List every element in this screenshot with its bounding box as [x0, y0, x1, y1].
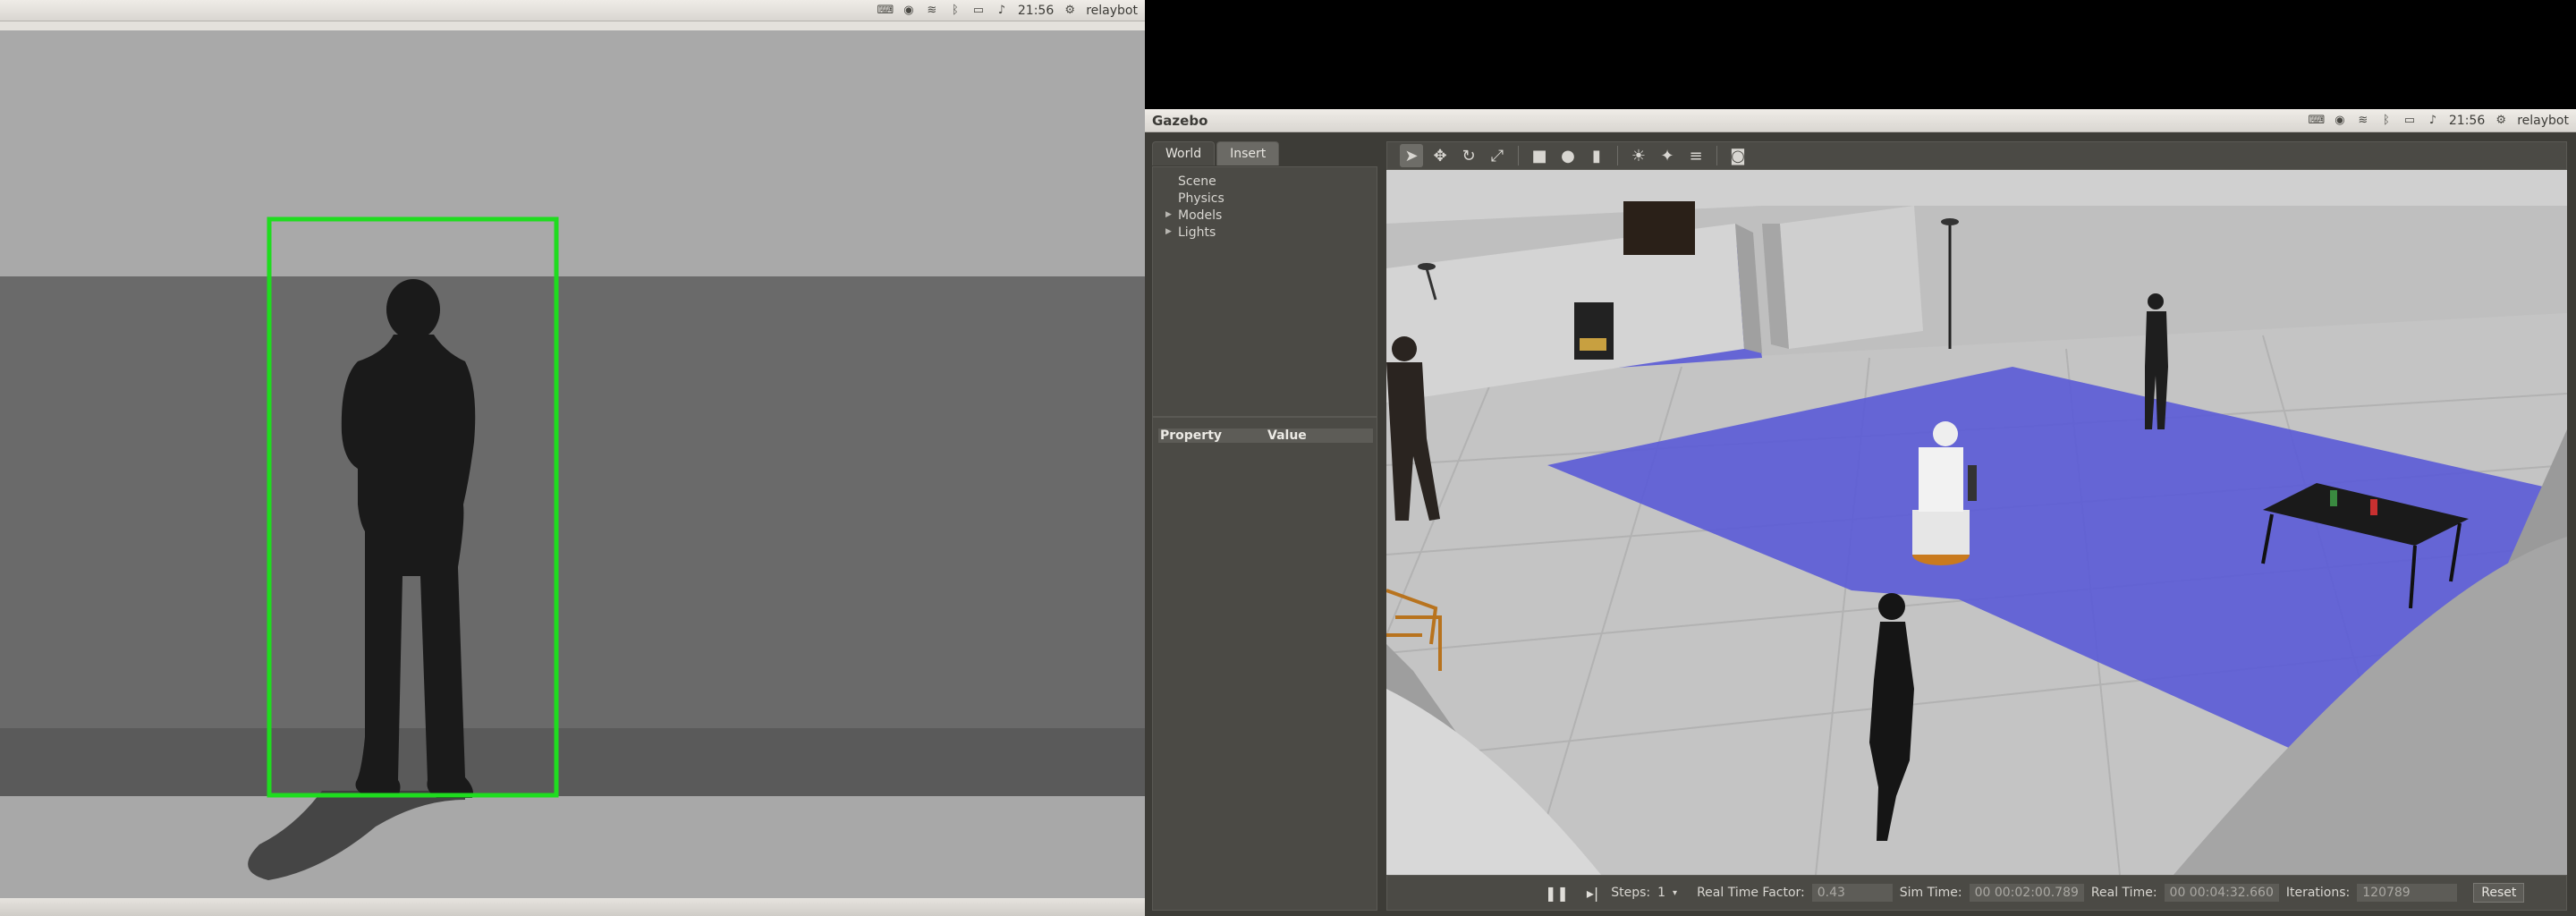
tree-item-physics[interactable]: Physics	[1153, 191, 1377, 208]
toolbar: ➤ ✥ ↻ ⤢ ■ ● ▮ ☀ ✦ ≡ ◙	[1386, 141, 2567, 170]
sim-time-label: Sim Time:	[1899, 886, 1962, 900]
toolbar-separator	[1716, 146, 1717, 165]
battery-icon[interactable]: ▭	[2402, 114, 2417, 127]
pause-icon[interactable]: ❚❚	[1539, 885, 1574, 902]
gazebo-top-panel: Gazebo ⌨ ◉ ≋ ᛒ ▭ ♪ 21:56 ⚙ relaybot	[1145, 109, 2576, 132]
viewport-area: ➤ ✥ ↻ ⤢ ■ ● ▮ ☀ ✦ ≡ ◙ ❚❚ ▸| Steps: 1 ▾ R…	[1386, 141, 2567, 911]
volume-icon[interactable]: ♪	[2426, 114, 2440, 127]
real-time-label: Real Time:	[2090, 886, 2157, 900]
chrome-icon[interactable]: ◉	[2333, 114, 2347, 127]
scale-icon[interactable]: ⤢	[1486, 144, 1509, 167]
username[interactable]: relaybot	[2517, 114, 2569, 128]
steps-label: Steps:	[1611, 886, 1651, 900]
username[interactable]: relaybot	[1086, 4, 1138, 18]
status-bar: ❚❚ ▸| Steps: 1 ▾ Real Time Factor: 0.43 …	[1386, 875, 2567, 911]
window-bottom-bar	[0, 898, 1145, 916]
reset-button[interactable]: Reset	[2473, 883, 2525, 903]
battery-icon[interactable]: ▭	[971, 4, 986, 17]
tree-item-label: Scene	[1178, 174, 1216, 189]
tab-insert[interactable]: Insert	[1216, 141, 1280, 165]
step-icon[interactable]: ▸|	[1581, 885, 1604, 902]
steps-value[interactable]: 1	[1657, 886, 1665, 900]
iterations-label: Iterations:	[2285, 886, 2351, 900]
camera-window: ⌨ ◉ ≋ ᛒ ▭ ♪ 21:56 ⚙ relaybot	[0, 0, 1145, 916]
sphere-icon[interactable]: ●	[1556, 144, 1580, 167]
gazebo-window: Gazebo ⌨ ◉ ≋ ᛒ ▭ ♪ 21:56 ⚙ relaybot Worl…	[1145, 0, 2576, 916]
value-column-header: Value	[1267, 428, 1307, 443]
real-time-value: 00 00:04:32.660	[2164, 884, 2279, 902]
gazebo-body: World Insert Scene Physics ▶ Models ▶ Ligh…	[1145, 132, 2576, 916]
top-panel: ⌨ ◉ ≋ ᛒ ▭ ♪ 21:56 ⚙ relaybot	[0, 0, 1145, 21]
world-tree: Scene Physics ▶ Models ▶ Lights	[1152, 166, 1377, 417]
tree-item-scene[interactable]: Scene	[1153, 174, 1377, 191]
expand-arrow-icon[interactable]: ▶	[1165, 210, 1172, 219]
cylinder-icon[interactable]: ▮	[1585, 144, 1608, 167]
rotate-icon[interactable]: ↻	[1457, 144, 1480, 167]
tree-item-label: Physics	[1178, 191, 1224, 206]
camera-icon[interactable]: ◙	[1726, 144, 1750, 167]
property-panel: Property Value	[1152, 417, 1377, 911]
keyboard-icon[interactable]: ⌨	[2309, 114, 2326, 127]
toolbar-separator	[1518, 146, 1519, 165]
gear-icon[interactable]: ⚙	[2494, 114, 2508, 127]
poster	[1574, 302, 1614, 360]
world-sidebar: World Insert Scene Physics ▶ Models ▶ Ligh…	[1152, 141, 1377, 911]
tree-item-label: Models	[1178, 208, 1223, 223]
iterations-value: 120789	[2357, 884, 2458, 902]
select-arrow-icon[interactable]: ➤	[1400, 144, 1423, 167]
app-title: Gazebo	[1152, 113, 1208, 129]
tree-item-lights[interactable]: ▶ Lights	[1153, 225, 1377, 242]
chevron-down-icon[interactable]: ▾	[1673, 888, 1677, 898]
sim-time-value: 00 00:02:00.789	[1969, 884, 2084, 902]
chrome-icon[interactable]: ◉	[902, 4, 916, 17]
wifi-icon[interactable]: ≋	[925, 4, 939, 17]
spot-light-icon[interactable]: ✦	[1656, 144, 1679, 167]
expand-arrow-icon[interactable]: ▶	[1165, 227, 1172, 236]
clock[interactable]: 21:56	[1018, 4, 1054, 18]
property-column-header: Property	[1160, 428, 1223, 443]
clock[interactable]: 21:56	[2449, 114, 2485, 128]
sidebar-tabs: World Insert	[1152, 141, 1281, 166]
directional-light-icon[interactable]: ≡	[1684, 144, 1707, 167]
volume-icon[interactable]: ♪	[995, 4, 1009, 17]
gear-icon[interactable]: ⚙	[1063, 4, 1077, 17]
rtf-label: Real Time Factor:	[1697, 886, 1805, 900]
tree-item-label: Lights	[1178, 225, 1216, 240]
tab-world[interactable]: World	[1152, 141, 1216, 165]
camera-image	[0, 21, 1145, 898]
bluetooth-icon[interactable]: ᛒ	[948, 4, 962, 17]
keyboard-icon[interactable]: ⌨	[877, 4, 894, 17]
translate-icon[interactable]: ✥	[1428, 144, 1452, 167]
rtf-value: 0.43	[1811, 884, 1893, 902]
bluetooth-icon[interactable]: ᛒ	[2379, 114, 2394, 127]
wifi-icon[interactable]: ≋	[2356, 114, 2370, 127]
point-light-icon[interactable]: ☀	[1627, 144, 1650, 167]
property-header: Property Value	[1158, 428, 1373, 443]
tree-item-models[interactable]: ▶ Models	[1153, 208, 1377, 225]
toolbar-separator	[1617, 146, 1618, 165]
3d-scene-view[interactable]	[1386, 170, 2567, 875]
box-icon[interactable]: ■	[1528, 144, 1551, 167]
